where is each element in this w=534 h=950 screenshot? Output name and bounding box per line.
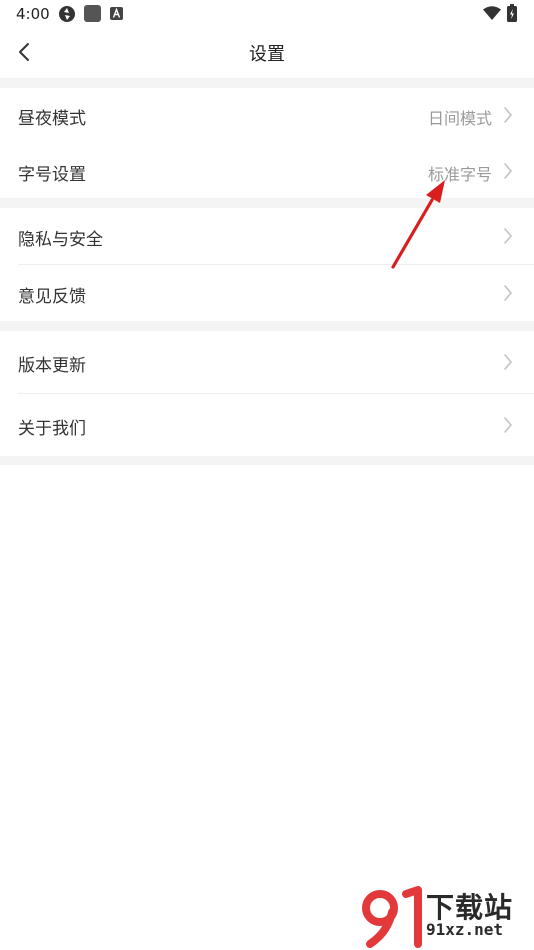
chevron-right-icon <box>504 163 513 179</box>
battery-icon <box>507 4 517 22</box>
setting-label: 关于我们 <box>18 419 86 439</box>
setting-row-feedback[interactable]: 意见反馈 <box>0 265 534 321</box>
vpn-icon <box>59 6 75 22</box>
setting-label: 版本更新 <box>18 356 86 376</box>
chevron-right-icon <box>504 285 513 301</box>
nav-bar: 设置 <box>0 28 534 78</box>
setting-row-font-size[interactable]: 字号设置 标准字号 <box>0 142 534 198</box>
group-divider <box>0 321 534 331</box>
keyboard-a-icon <box>110 7 123 20</box>
chevron-right-icon <box>504 417 513 433</box>
group-divider <box>0 198 534 208</box>
chevron-right-icon <box>504 354 513 370</box>
setting-value: 标准字号 <box>427 165 492 184</box>
status-bar: 4:00 <box>0 0 534 28</box>
setting-row-privacy[interactable]: 隐私与安全 <box>0 208 534 264</box>
setting-value: 日间模式 <box>427 109 492 128</box>
91-logo-icon <box>362 886 422 948</box>
setting-label: 字号设置 <box>18 165 86 185</box>
app-square-icon <box>84 5 101 22</box>
page-title: 设置 <box>249 44 285 65</box>
group-divider <box>0 456 534 465</box>
setting-label: 隐私与安全 <box>18 230 103 250</box>
group-divider <box>0 78 534 88</box>
watermark-url: 91xz.net <box>426 920 504 939</box>
setting-row-day-night[interactable]: 昼夜模式 日间模式 <box>0 88 534 142</box>
chevron-right-icon <box>504 107 513 123</box>
setting-label: 昼夜模式 <box>18 109 86 129</box>
watermark: 下载站 91xz.net <box>358 886 530 948</box>
setting-row-update[interactable]: 版本更新 <box>0 331 534 393</box>
setting-row-about[interactable]: 关于我们 <box>0 394 534 456</box>
chevron-right-icon <box>504 228 513 244</box>
wifi-icon <box>483 6 501 20</box>
status-time: 4:00 <box>16 5 50 23</box>
setting-label: 意见反馈 <box>18 287 86 307</box>
